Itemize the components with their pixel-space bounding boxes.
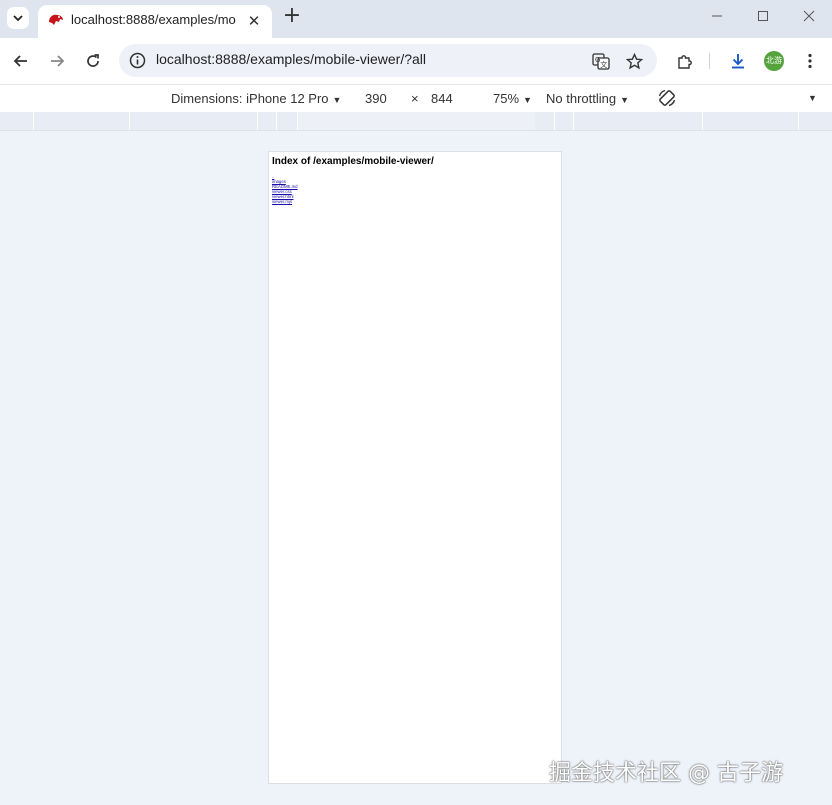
- avatar[interactable]: 北游: [764, 51, 784, 71]
- media-query-segment[interactable]: [799, 112, 832, 130]
- forward-button[interactable]: [46, 50, 68, 72]
- file-listing: .. images README.md viewer.css viewer.ht…: [272, 174, 298, 204]
- device-toolbar: Dimensions: iPhone 12 Pro ▼ 390 × 844 75%…: [0, 84, 832, 114]
- arrow-right-icon: [51, 55, 65, 67]
- tab-title: localhost:8888/examples/mo: [71, 12, 236, 27]
- caret-down-icon: ▼: [620, 95, 630, 105]
- svg-text:G: G: [595, 56, 600, 64]
- device-viewport[interactable]: Index of /examples/mobile-viewer/ .. ima…: [268, 151, 562, 784]
- download-icon[interactable]: [727, 50, 749, 72]
- height-input[interactable]: 844: [431, 91, 453, 106]
- arrow-left-icon: [13, 55, 27, 67]
- media-query-segment[interactable]: [34, 112, 130, 130]
- maximize-icon: [758, 11, 768, 21]
- url-text[interactable]: localhost:8888/examples/mobile-viewer/?a…: [156, 51, 426, 67]
- file-link[interactable]: viewer.mjs: [272, 199, 292, 204]
- zoom-dropdown[interactable]: 75% ▼: [493, 91, 532, 106]
- chevron-down-icon: [13, 15, 23, 21]
- maximize-button[interactable]: [751, 9, 775, 29]
- star-icon[interactable]: [624, 51, 644, 71]
- info-icon[interactable]: [129, 52, 146, 69]
- browser-tab[interactable]: localhost:8888/examples/mo ✕: [38, 5, 272, 38]
- media-query-segment[interactable]: [574, 112, 703, 130]
- minimize-button[interactable]: [705, 9, 729, 29]
- media-query-segment[interactable]: [277, 112, 298, 130]
- list-item: viewer.mjs: [272, 199, 298, 204]
- new-tab-button[interactable]: +: [281, 5, 303, 28]
- caret-down-icon: ▼: [523, 95, 532, 105]
- puzzle-icon[interactable]: [673, 50, 695, 72]
- toolbar-divider: [709, 53, 710, 69]
- throttling-dropdown[interactable]: No throttling ▼: [546, 91, 629, 106]
- page-title: Index of /examples/mobile-viewer/: [272, 156, 434, 167]
- address-bar[interactable]: localhost:8888/examples/mobile-viewer/?a…: [119, 44, 657, 77]
- media-query-segment[interactable]: [555, 112, 574, 130]
- watermark: 掘金技术社区 @ 古子游: [549, 761, 783, 786]
- dimensions-dropdown[interactable]: Dimensions: iPhone 12 Pro ▼: [171, 91, 341, 106]
- browser-toolbar: localhost:8888/examples/mobile-viewer/?a…: [0, 38, 832, 84]
- media-query-segment[interactable]: [130, 112, 258, 130]
- tab-strip: localhost:8888/examples/mo ✕ +: [0, 0, 832, 38]
- kebab-menu-icon[interactable]: [799, 50, 821, 72]
- svg-text:文: 文: [600, 60, 607, 69]
- close-icon: [803, 10, 815, 22]
- media-query-segment[interactable]: [0, 112, 34, 130]
- media-query-segment[interactable]: [258, 112, 277, 130]
- media-query-bar[interactable]: [0, 112, 832, 131]
- animal-logo-icon: [49, 14, 63, 25]
- reload-icon: [87, 54, 99, 67]
- media-query-segment[interactable]: [703, 112, 799, 130]
- close-tab-icon[interactable]: ✕: [245, 12, 263, 30]
- width-input[interactable]: 390: [365, 91, 387, 106]
- more-options-icon[interactable]: ▼: [808, 93, 817, 103]
- media-query-segment[interactable]: [535, 112, 555, 130]
- window-close-button[interactable]: [797, 9, 821, 29]
- minimize-icon: [712, 15, 722, 17]
- back-button[interactable]: [10, 50, 32, 72]
- translate-icon[interactable]: 文G: [591, 51, 611, 71]
- caret-down-icon: ▼: [332, 95, 342, 105]
- rotate-icon[interactable]: [657, 88, 677, 111]
- reload-button[interactable]: [82, 50, 104, 72]
- times-separator: ×: [411, 91, 419, 106]
- tab-search-button[interactable]: [7, 7, 29, 29]
